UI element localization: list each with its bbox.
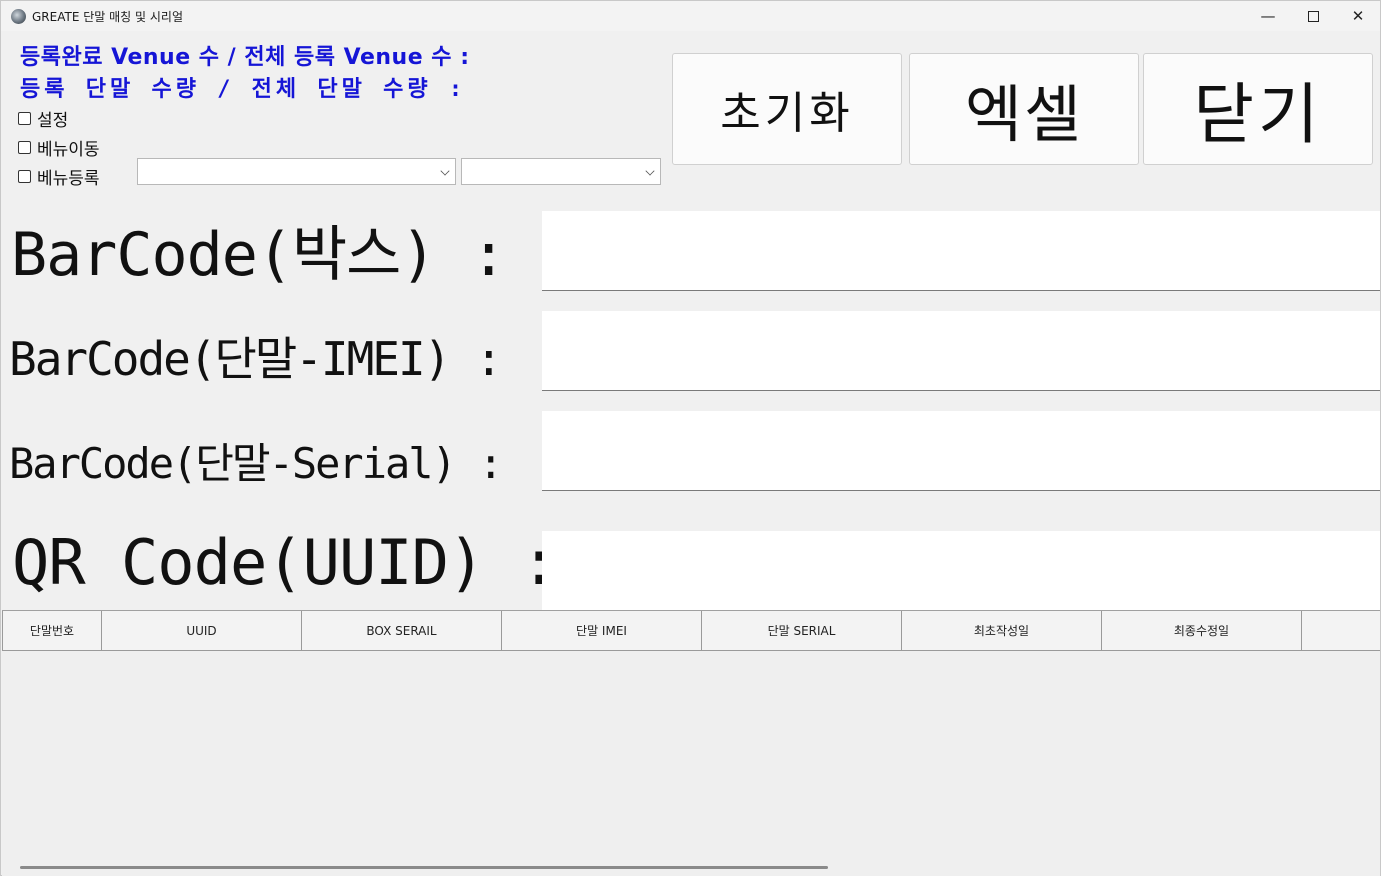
venue-select-2[interactable] (461, 158, 661, 185)
serial-barcode-input[interactable] (542, 411, 1380, 491)
settings-checkbox[interactable]: 설정 (18, 106, 68, 131)
app-icon (11, 9, 26, 24)
reset-button[interactable]: 초기화 (672, 53, 902, 165)
box-barcode-input[interactable] (542, 211, 1380, 291)
data-grid[interactable]: 단말번호 UUID BOX SERAIL 단말 IMEI 단말 SERIAL 최… (2, 610, 1380, 876)
venue-register-label: 베뉴등록 (37, 169, 100, 189)
chevron-down-icon (645, 166, 655, 176)
imei-barcode-label: BarCode(단말-IMEI) : (9, 332, 503, 386)
window-title: GREATE 단말 매칭 및 시리얼 (32, 10, 183, 24)
column-header[interactable]: UUID (102, 611, 302, 651)
close-icon: ✕ (1351, 7, 1365, 25)
maximize-button[interactable] (1290, 1, 1336, 31)
excel-button[interactable]: 엑셀 (909, 53, 1139, 165)
serial-barcode-label: BarCode(단말-Serial) : (9, 439, 503, 488)
venue-select-1[interactable] (137, 158, 456, 185)
chevron-down-icon (440, 166, 450, 176)
column-header[interactable]: 단말 SERIAL (702, 611, 902, 651)
qr-code-input[interactable] (542, 531, 1380, 611)
box-barcode-label: BarCode(박스) : (11, 220, 507, 290)
imei-barcode-input[interactable] (542, 311, 1380, 391)
minimize-button[interactable]: — (1245, 1, 1291, 31)
device-count-label: 등록 단말 수량 / 전체 단말 수량 : (20, 77, 467, 102)
horizontal-scrollbar[interactable] (20, 866, 828, 869)
column-header[interactable]: BOX SERAIL (302, 611, 502, 651)
checkbox-box[interactable] (18, 112, 31, 125)
checkbox-box[interactable] (18, 141, 31, 154)
settings-label: 설정 (37, 111, 69, 131)
title-bar: GREATE 단말 매칭 및 시리얼 — ✕ (1, 1, 1380, 31)
close-button[interactable]: 닫기 (1143, 53, 1373, 165)
minimize-icon: — (1260, 7, 1276, 25)
column-header[interactable]: 최초작성일 (902, 611, 1102, 651)
column-header[interactable]: 단말 IMEI (502, 611, 702, 651)
column-header[interactable]: 최종수정일 (1102, 611, 1302, 651)
main-window: GREATE 단말 매칭 및 시리얼 — ✕ 등록완료 Venue 수 / 전체… (0, 0, 1381, 876)
grid-header: 단말번호 UUID BOX SERAIL 단말 IMEI 단말 SERIAL 최… (2, 611, 1380, 651)
maximize-icon (1307, 10, 1319, 22)
venue-move-checkbox[interactable]: 베뉴이동 (18, 135, 100, 160)
qr-code-label: QR Code(UUID) : (12, 526, 558, 599)
checkbox-box[interactable] (18, 170, 31, 183)
venue-move-label: 베뉴이동 (37, 140, 100, 160)
column-header[interactable]: 단말번호 (2, 611, 102, 651)
venue-count-label: 등록완료 Venue 수 / 전체 등록 Venue 수 : (20, 45, 470, 70)
column-header[interactable] (1302, 611, 1380, 651)
close-window-button[interactable]: ✕ (1335, 1, 1381, 31)
venue-register-checkbox[interactable]: 베뉴등록 (18, 164, 100, 189)
